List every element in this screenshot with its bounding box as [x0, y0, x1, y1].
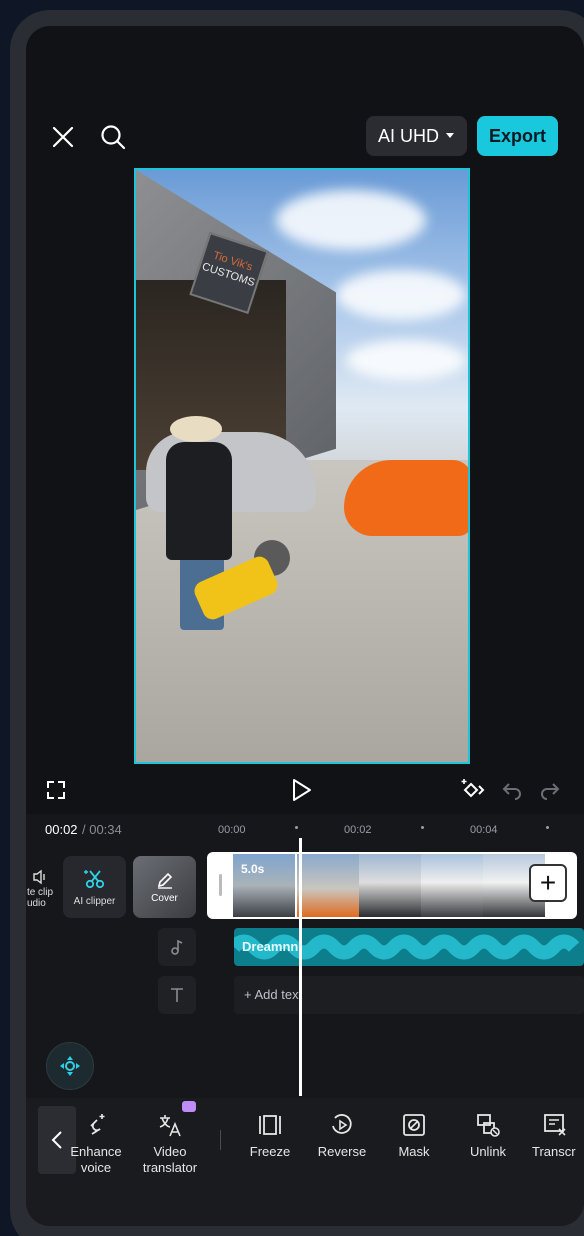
add-clip-button[interactable]: +: [529, 864, 567, 902]
audio-name: Dreamnn: [242, 939, 299, 954]
playhead[interactable]: [299, 838, 302, 1096]
toolbar-label: Freeze: [249, 1144, 291, 1159]
toolbar-item-unlink[interactable]: Unlink: [452, 1112, 524, 1159]
cover-button[interactable]: Cover: [133, 856, 196, 918]
redo-button[interactable]: [538, 778, 562, 802]
ai-clipper-label: AI clipper: [73, 895, 116, 907]
music-note-icon: [171, 939, 183, 955]
reverse-icon: [332, 1114, 352, 1134]
total-time: / 00:34: [82, 822, 122, 837]
unlink-icon: [477, 1114, 500, 1137]
toolbar-item-reverse[interactable]: Reverse: [306, 1112, 378, 1159]
toolbar-item-mask[interactable]: Mask: [378, 1112, 450, 1159]
cloud: [276, 190, 426, 250]
premium-badge: [182, 1101, 196, 1112]
transcribe-icon: [544, 1114, 566, 1136]
export-button[interactable]: Export: [477, 116, 558, 156]
toolbar-label: Video translator: [142, 1144, 198, 1175]
cloud: [336, 270, 466, 320]
close-icon: [52, 126, 74, 148]
translate-icon: [159, 1115, 181, 1137]
enhance-voice-icon: [90, 1114, 105, 1135]
orange-car: [344, 460, 468, 536]
close-button[interactable]: [48, 122, 78, 152]
current-time: 00:02: [45, 822, 78, 837]
caret-down-icon: [446, 133, 454, 138]
ruler-dot: [421, 826, 424, 829]
ai-clipper-button[interactable]: AI clipper: [63, 856, 126, 918]
clip-thumbnail: [297, 854, 359, 917]
cover-label: Cover: [151, 892, 178, 904]
ruler-tick-label: 00:04: [470, 824, 498, 836]
search-icon: [101, 125, 126, 150]
mute-clip-label: te clip udio: [26, 887, 54, 909]
toolbar-label: Unlink: [469, 1144, 507, 1159]
add-audio-button[interactable]: [158, 928, 196, 966]
video-preview[interactable]: Tio Vik's CUSTOMS: [134, 168, 470, 764]
toolbar-item-freeze[interactable]: Freeze: [234, 1112, 306, 1159]
add-text-label: + Add text: [244, 987, 303, 1002]
clip-duration: 5.0s: [241, 862, 265, 876]
toolbar-label: Mask: [398, 1144, 430, 1159]
play-button[interactable]: [288, 776, 316, 804]
toolbar-item-video-translator[interactable]: Video translator: [134, 1112, 206, 1175]
quality-label: AI UHD: [377, 125, 439, 146]
audio-track[interactable]: Dreamnn: [234, 928, 584, 966]
move-control-button[interactable]: [46, 1042, 94, 1090]
cowboy-hat: [170, 416, 222, 442]
mute-clip-audio-button[interactable]: te clip udio: [26, 864, 60, 914]
text-icon: [171, 988, 183, 1002]
app-screen: AI UHD Export Tio Vik's CUSTOMS 00:02 / …: [26, 26, 584, 1226]
toolbar-item-transcribe[interactable]: Transcr: [524, 1112, 584, 1159]
speaker-icon: [33, 869, 45, 885]
freeze-icon: [259, 1115, 281, 1135]
fullscreen-icon: [47, 781, 65, 799]
quality-dropdown[interactable]: AI UHD: [366, 116, 467, 156]
ruler-tick-label: 00:02: [344, 824, 372, 836]
search-button[interactable]: [98, 122, 128, 152]
video-clip-track[interactable]: 5.0s: [207, 852, 577, 919]
toolbar-label: Enhance voice: [70, 1144, 122, 1175]
keyframe-icon: [461, 779, 485, 798]
mask-icon: [403, 1114, 425, 1136]
undo-icon: [502, 783, 521, 800]
keyframe-button[interactable]: [460, 776, 488, 804]
toolbar-divider: [220, 1130, 221, 1150]
redo-icon: [541, 783, 560, 800]
move-icon: [60, 1056, 80, 1076]
add-text-icon-button[interactable]: [158, 976, 196, 1014]
ruler-dot: [546, 826, 549, 829]
person-body: [166, 442, 232, 560]
undo-button[interactable]: [500, 778, 524, 802]
clip-trim-handle[interactable]: [219, 874, 222, 896]
play-icon: [293, 779, 311, 801]
toolbar-item-enhance-voice[interactable]: Enhance voice: [60, 1112, 132, 1175]
toolbar-label: Reverse: [317, 1144, 367, 1159]
ruler-tick-label: 00:00: [218, 824, 246, 836]
clip-thumbnail: [359, 854, 421, 917]
add-text-track[interactable]: + Add text: [234, 976, 584, 1014]
ruler-dot: [295, 826, 298, 829]
toolbar-label: Transcr: [532, 1144, 576, 1159]
clip-thumbnail: [421, 854, 483, 917]
fullscreen-button[interactable]: [44, 778, 68, 802]
edit-pencil-icon: [157, 872, 172, 889]
ai-clipper-icon: [83, 869, 104, 888]
cloud: [346, 340, 466, 380]
